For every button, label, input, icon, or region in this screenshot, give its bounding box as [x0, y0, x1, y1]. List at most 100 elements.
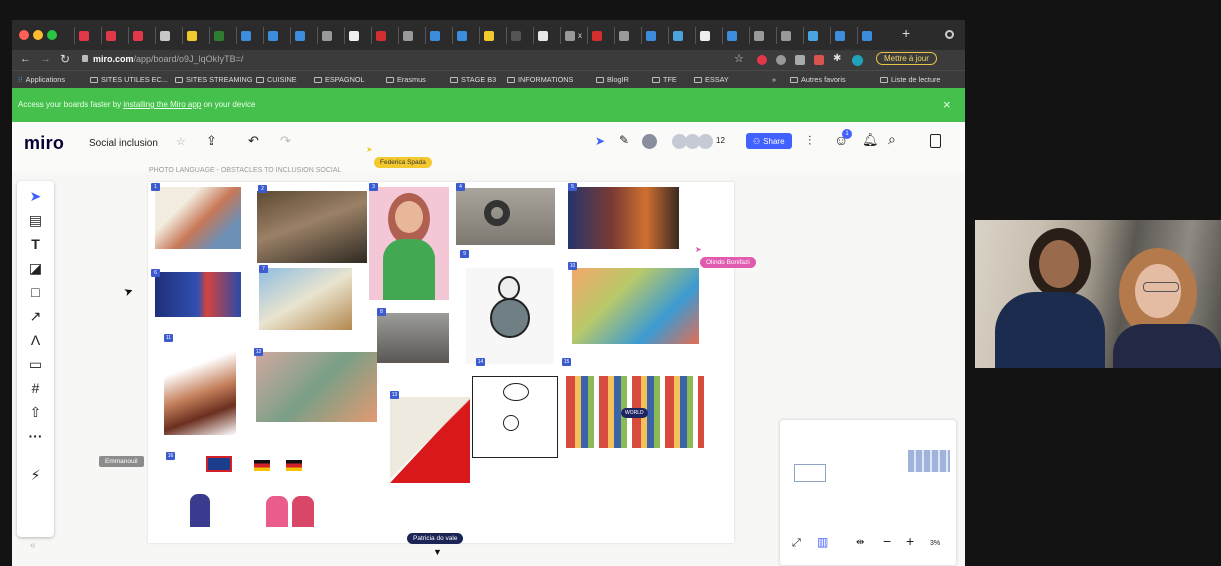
browser-tab[interactable]	[641, 27, 660, 44]
money-hand-illustration[interactable]	[256, 352, 377, 422]
browser-tab[interactable]	[74, 27, 93, 44]
avatar[interactable]	[698, 134, 713, 149]
search-icon[interactable]: ⌕	[888, 131, 896, 148]
handshake-illustration[interactable]	[164, 340, 236, 435]
fullscreen-icon[interactable]: ⤢	[792, 537, 801, 550]
browser-tab[interactable]	[452, 27, 471, 44]
extension-icon[interactable]	[795, 55, 805, 65]
bookmark-item[interactable]: ESPAGNOL	[314, 75, 365, 84]
world-sticker[interactable]: WORLD	[621, 408, 648, 418]
back-arrow-icon[interactable]: ←	[20, 53, 31, 65]
new-tab-button[interactable]: +	[902, 25, 910, 41]
maximize-window-button[interactable]	[47, 30, 57, 40]
browser-tab[interactable]: x	[560, 27, 586, 44]
shape-tool-icon[interactable]: □	[17, 281, 54, 303]
browser-tab[interactable]	[695, 27, 714, 44]
bookmarks-overflow-button[interactable]: »	[772, 75, 776, 84]
browser-tab[interactable]	[587, 27, 606, 44]
bookmark-item[interactable]: Erasmus	[386, 75, 426, 84]
browser-tab[interactable]	[425, 27, 444, 44]
redo-icon[interactable]: ↷	[280, 133, 291, 149]
avatar[interactable]	[642, 134, 657, 149]
triangle-image[interactable]	[390, 397, 470, 483]
templates-icon[interactable]: ▤	[17, 209, 54, 231]
reading-list-button[interactable]: Liste de lecture	[880, 75, 941, 84]
bell-icon[interactable]: 🔔︎	[862, 132, 879, 148]
browser-tab[interactable]	[830, 27, 849, 44]
browser-tab[interactable]	[776, 27, 795, 44]
browser-tab[interactable]	[317, 27, 336, 44]
stairs-illustration[interactable]	[259, 268, 352, 330]
browser-tab[interactable]	[101, 27, 120, 44]
browser-tab[interactable]	[506, 27, 525, 44]
board-name[interactable]: Social inclusion	[89, 138, 158, 149]
frame-tool-icon[interactable]: #	[17, 377, 54, 399]
close-window-button[interactable]	[19, 30, 29, 40]
minimize-window-button[interactable]	[33, 30, 43, 40]
bookmark-item[interactable]: TFE	[652, 75, 677, 84]
browser-tab[interactable]	[533, 27, 552, 44]
browser-tab[interactable]	[263, 27, 282, 44]
frame-title[interactable]: PHOTO LANGUAGE - OBSTACLES TO INCLUSION …	[149, 167, 341, 174]
browser-tab[interactable]	[236, 27, 255, 44]
minimap-panel[interactable]: ⤢ ▥ ⇹ − + 3%	[780, 420, 956, 565]
pen-tool-icon[interactable]: Ʌ	[17, 329, 54, 351]
browser-tab[interactable]	[290, 27, 309, 44]
close-banner-button[interactable]: ×	[943, 97, 951, 112]
minimap-viewport[interactable]	[794, 464, 826, 482]
reload-icon[interactable]: ↻	[60, 52, 70, 66]
notes-panel-icon[interactable]	[930, 134, 941, 148]
browser-tab[interactable]	[749, 27, 768, 44]
browser-tab[interactable]	[398, 27, 417, 44]
browser-tab[interactable]	[182, 27, 201, 44]
settings-sliders-icon[interactable]: ⫶	[808, 133, 811, 149]
sad-boy-cartoon[interactable]	[472, 376, 558, 458]
miro-logo[interactable]: miro	[24, 133, 64, 154]
celebrate-icon[interactable]: ✎	[619, 133, 629, 147]
photo-board-frame[interactable]: WORLD 1 2 3 4 5 6 7 8 9 10 11 12 13 14 15 16	[148, 182, 734, 543]
browser-tab[interactable]	[479, 27, 498, 44]
sticky-note-icon[interactable]: ◪	[17, 257, 54, 279]
extension-icon[interactable]	[776, 55, 786, 65]
select-tool-icon[interactable]: ➤	[17, 185, 54, 207]
install-app-link[interactable]: installing the Miro app	[123, 100, 201, 109]
more-tools-icon[interactable]: ···	[17, 425, 54, 447]
browser-tab[interactable]	[668, 27, 687, 44]
undo-icon[interactable]: ↶	[248, 133, 259, 149]
languages-illustration[interactable]	[166, 452, 328, 527]
browser-tab[interactable]	[128, 27, 147, 44]
share-button[interactable]: ⚇ Share	[746, 133, 792, 149]
woman-illustration[interactable]	[369, 187, 449, 300]
other-bookmarks-folder[interactable]: Autres favoris	[790, 75, 846, 84]
sculpture-photo[interactable]	[456, 188, 555, 245]
globe-cartoon[interactable]	[466, 268, 554, 364]
forward-arrow-icon[interactable]: →	[40, 53, 51, 65]
bookmark-item[interactable]: SITES UTILES EC...	[90, 75, 168, 84]
browser-tab[interactable]	[857, 27, 876, 44]
upload-icon[interactable]: ⇪	[206, 133, 217, 149]
account-circle-icon[interactable]	[945, 30, 954, 39]
bookmark-item[interactable]: INFORMATIONS	[507, 75, 573, 84]
browser-tab[interactable]	[803, 27, 822, 44]
extension-icon[interactable]	[814, 55, 824, 65]
zoom-level[interactable]: 3%	[930, 540, 940, 547]
messy-room-photo[interactable]	[257, 191, 367, 263]
url-field[interactable]: miro.com/app/board/o9J_lqOkIyTB=/	[93, 54, 243, 64]
browser-tab[interactable]	[371, 27, 390, 44]
doors-illustration[interactable]	[155, 272, 241, 317]
text-tool-icon[interactable]: T	[17, 233, 54, 255]
bring-everyone-icon[interactable]: ➤	[595, 134, 605, 148]
bookmark-star-icon[interactable]: ☆	[734, 52, 744, 65]
diverse-people-illustration[interactable]: WORLD	[566, 376, 704, 448]
browser-tab[interactable]	[344, 27, 363, 44]
comic-image[interactable]	[155, 187, 241, 249]
zoom-in-icon[interactable]: +	[906, 533, 914, 549]
browser-tab[interactable]	[614, 27, 633, 44]
browser-tab[interactable]	[155, 27, 174, 44]
bookmark-item[interactable]: BlogIR	[596, 75, 629, 84]
bookmark-item[interactable]: SITES STREAMING	[175, 75, 253, 84]
comment-icon[interactable]: ▭	[17, 353, 54, 375]
puzzle-icon[interactable]: ✱	[833, 53, 841, 64]
connection-line-icon[interactable]: ↗	[17, 305, 54, 327]
bookmark-item[interactable]: CUISINE	[256, 75, 297, 84]
